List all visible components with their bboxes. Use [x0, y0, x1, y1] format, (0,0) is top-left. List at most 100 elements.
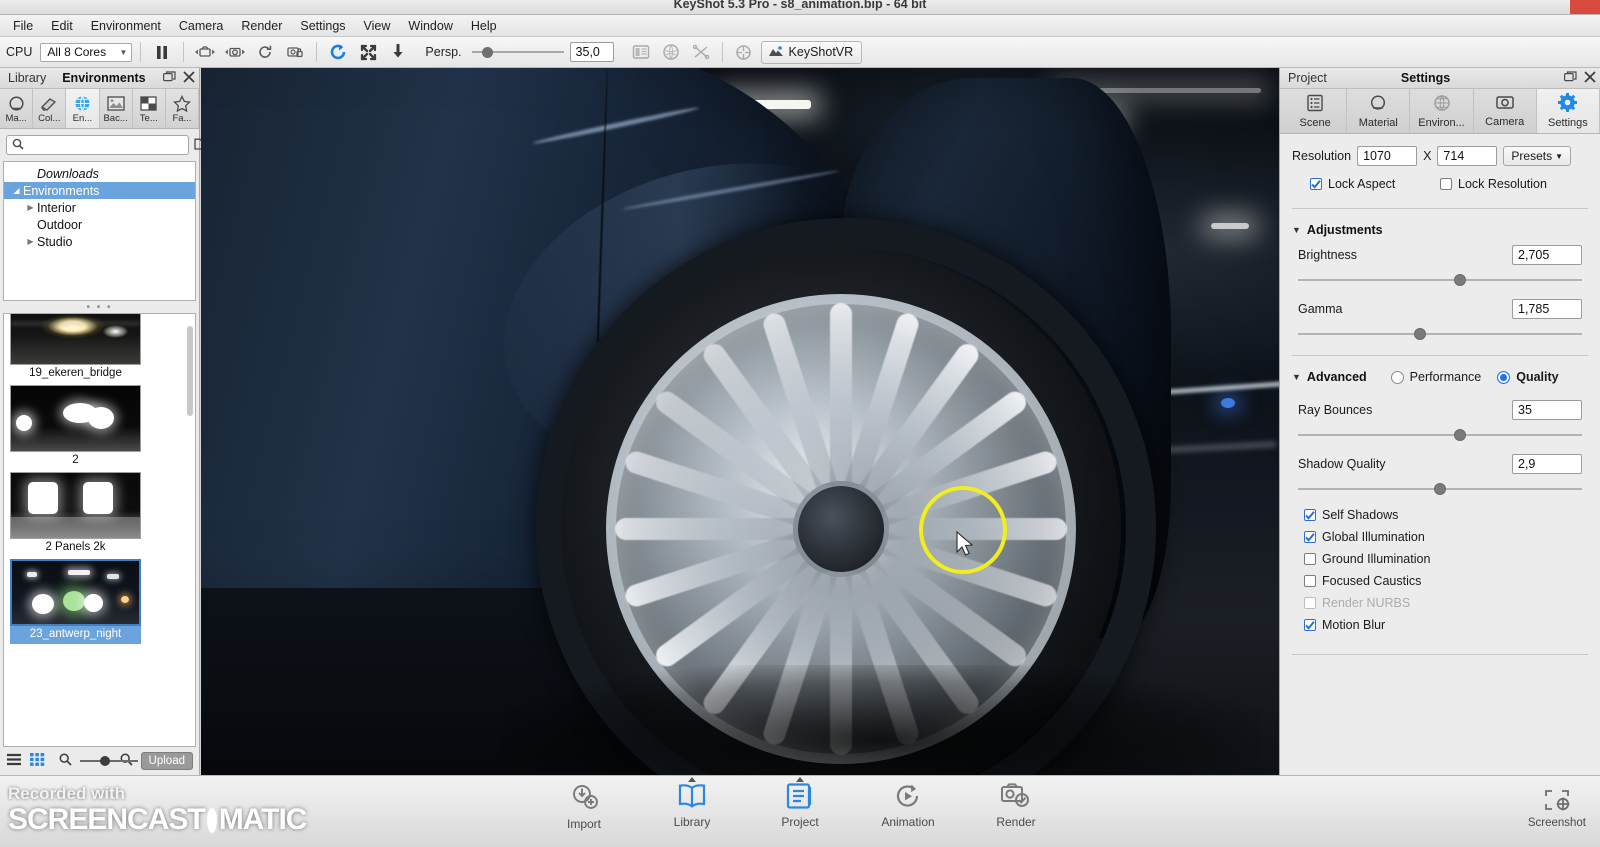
tab-material[interactable]: Material	[1347, 89, 1411, 133]
nurbs-icon[interactable]	[688, 41, 714, 64]
menu-item-window[interactable]: Window	[399, 17, 461, 35]
slider-knob[interactable]	[1414, 328, 1427, 340]
shadow-quality-input[interactable]: 2,9	[1512, 454, 1582, 474]
tab-environ[interactable]: Environ...	[1410, 89, 1474, 133]
environment-thumbnail[interactable]: 2 Panels 2k	[10, 472, 189, 557]
thumbnail-size-slider[interactable]	[80, 755, 138, 767]
list-view-icon[interactable]	[6, 753, 22, 769]
tree-item-environments[interactable]: ◢ Environments	[4, 182, 195, 199]
undock-icon[interactable]	[163, 71, 176, 86]
settings-tab-title[interactable]: Settings	[1393, 71, 1458, 85]
environment-thumbnail[interactable]: 23_antwerp_night	[10, 559, 189, 644]
lock-resolution-checkbox[interactable]: Lock Resolution	[1440, 177, 1547, 191]
gamma-slider[interactable]	[1298, 327, 1582, 341]
resolution-width-input[interactable]: 1070	[1357, 146, 1418, 166]
menu-item-camera[interactable]: Camera	[170, 17, 232, 35]
menu-item-view[interactable]: View	[355, 17, 400, 35]
tab-scene[interactable]: Scene	[1284, 89, 1348, 133]
library-tab-fa[interactable]: Fa...	[166, 89, 200, 128]
tab-settings[interactable]: Settings	[1536, 89, 1600, 133]
library-tab[interactable]: Library	[0, 71, 54, 85]
bottom-nav-project[interactable]: Project	[765, 777, 835, 831]
bottom-nav-import[interactable]: Import	[549, 782, 619, 831]
perspective-slider[interactable]	[471, 45, 564, 59]
twisty-icon[interactable]: ◢	[10, 186, 23, 195]
resolution-height-input[interactable]: 714	[1437, 146, 1498, 166]
environment-thumbnail[interactable]: 19_ekeren_bridge	[10, 314, 189, 383]
close-icon[interactable]	[1584, 71, 1596, 86]
shadow-quality-slider[interactable]	[1298, 482, 1582, 496]
download-icon[interactable]	[385, 41, 411, 64]
performance-radio[interactable]: Performance	[1390, 370, 1481, 384]
environments-tab[interactable]: Environments	[54, 71, 153, 85]
menu-item-render[interactable]: Render	[232, 17, 291, 35]
search-input[interactable]	[28, 138, 183, 152]
materials-icon[interactable]	[658, 41, 684, 64]
environment-thumbnail-list[interactable]: 19_ekeren_bridge 2 2 Panels 2k 23_antwerp_n…	[3, 313, 196, 747]
slider-knob[interactable]	[100, 756, 110, 766]
twisty-icon[interactable]: ▶	[24, 237, 37, 246]
slider-knob[interactable]	[1453, 429, 1466, 441]
slider-knob[interactable]	[1453, 274, 1466, 286]
bottom-nav-library[interactable]: Library	[657, 777, 727, 831]
lock-aspect-checkbox[interactable]: Lock Aspect	[1310, 177, 1440, 191]
zoom-out-icon[interactable]	[59, 753, 72, 769]
bottom-nav-render[interactable]: Render	[981, 782, 1051, 831]
presets-button[interactable]: Presets ▼	[1503, 146, 1572, 166]
window-close-button[interactable]	[1570, 0, 1600, 14]
menu-item-environment[interactable]: Environment	[82, 17, 170, 35]
quality-radio[interactable]: Quality	[1497, 370, 1559, 384]
camera-icon[interactable]	[222, 41, 248, 64]
twisty-icon[interactable]: ▶	[24, 203, 37, 212]
move-camera-icon[interactable]	[192, 41, 218, 64]
library-tab-bac[interactable]: Bac...	[100, 89, 133, 128]
menu-item-help[interactable]: Help	[462, 17, 506, 35]
tree-item-studio[interactable]: ▶ Studio	[4, 233, 195, 250]
grid-view-icon[interactable]	[30, 753, 45, 769]
brightness-input[interactable]: 2,705	[1512, 245, 1582, 265]
menu-item-file[interactable]: File	[4, 17, 42, 35]
brightness-slider[interactable]	[1298, 273, 1582, 287]
environment-thumbnail[interactable]: 2	[10, 385, 189, 470]
thumbnail-scrollbar[interactable]	[187, 326, 193, 416]
menu-item-edit[interactable]: Edit	[42, 17, 82, 35]
library-tab-col[interactable]: Col...	[33, 89, 67, 128]
refresh-icon[interactable]	[252, 41, 278, 64]
library-folder-tree[interactable]: Downloads ◢ Environments ▶ Interior Outdoor ▶ S…	[3, 161, 196, 301]
checkbox-motion-blur[interactable]: Motion Blur	[1304, 618, 1588, 632]
reset-icon[interactable]	[325, 41, 351, 64]
menu-item-settings[interactable]: Settings	[291, 17, 354, 35]
keyshotvr-button[interactable]: KeyShotVR	[760, 40, 863, 64]
lock-camera-icon[interactable]	[282, 41, 308, 64]
bottom-nav-animation[interactable]: Animation	[873, 782, 943, 831]
cpu-cores-dropdown[interactable]: All 8 Cores ▼	[40, 42, 133, 62]
close-icon[interactable]	[183, 71, 195, 86]
tree-item-outdoor[interactable]: Outdoor	[4, 216, 195, 233]
pause-icon[interactable]	[149, 41, 175, 64]
image-styles-icon[interactable]	[628, 41, 654, 64]
slider-knob[interactable]	[1434, 483, 1446, 495]
checkbox-self-shadows[interactable]: Self Shadows	[1304, 508, 1588, 522]
search-box[interactable]	[6, 135, 189, 155]
checkbox-ground-illumination[interactable]: Ground Illumination	[1304, 552, 1588, 566]
project-tab[interactable]: Project	[1280, 71, 1335, 85]
ray-bounces-input[interactable]: 35	[1512, 400, 1582, 420]
library-tab-en[interactable]: En...	[66, 89, 100, 128]
fit-icon[interactable]	[355, 41, 381, 64]
advanced-section-header[interactable]: ▼ Advanced Performance Quality	[1292, 370, 1588, 384]
panel-resize-grip[interactable]: • • •	[0, 301, 199, 313]
checkbox-render-nurbs[interactable]: Render NURBS	[1304, 596, 1588, 610]
adjustments-section-header[interactable]: ▼ Adjustments	[1292, 223, 1588, 237]
screenshot-button[interactable]: Screenshot	[1528, 788, 1586, 829]
render-viewport[interactable]	[201, 68, 1279, 775]
tab-camera[interactable]: Camera	[1474, 89, 1537, 133]
library-tab-te[interactable]: Te...	[133, 89, 166, 128]
slider-knob[interactable]	[481, 47, 493, 58]
undock-icon[interactable]	[1564, 71, 1577, 86]
region-icon[interactable]	[731, 41, 757, 64]
focal-length-input[interactable]: 35,0	[569, 42, 614, 62]
gamma-input[interactable]: 1,785	[1512, 299, 1582, 319]
checkbox-global-illumination[interactable]: Global Illumination	[1304, 530, 1588, 544]
tree-item-downloads[interactable]: Downloads	[4, 165, 195, 182]
checkbox-focused-caustics[interactable]: Focused Caustics	[1304, 574, 1588, 588]
